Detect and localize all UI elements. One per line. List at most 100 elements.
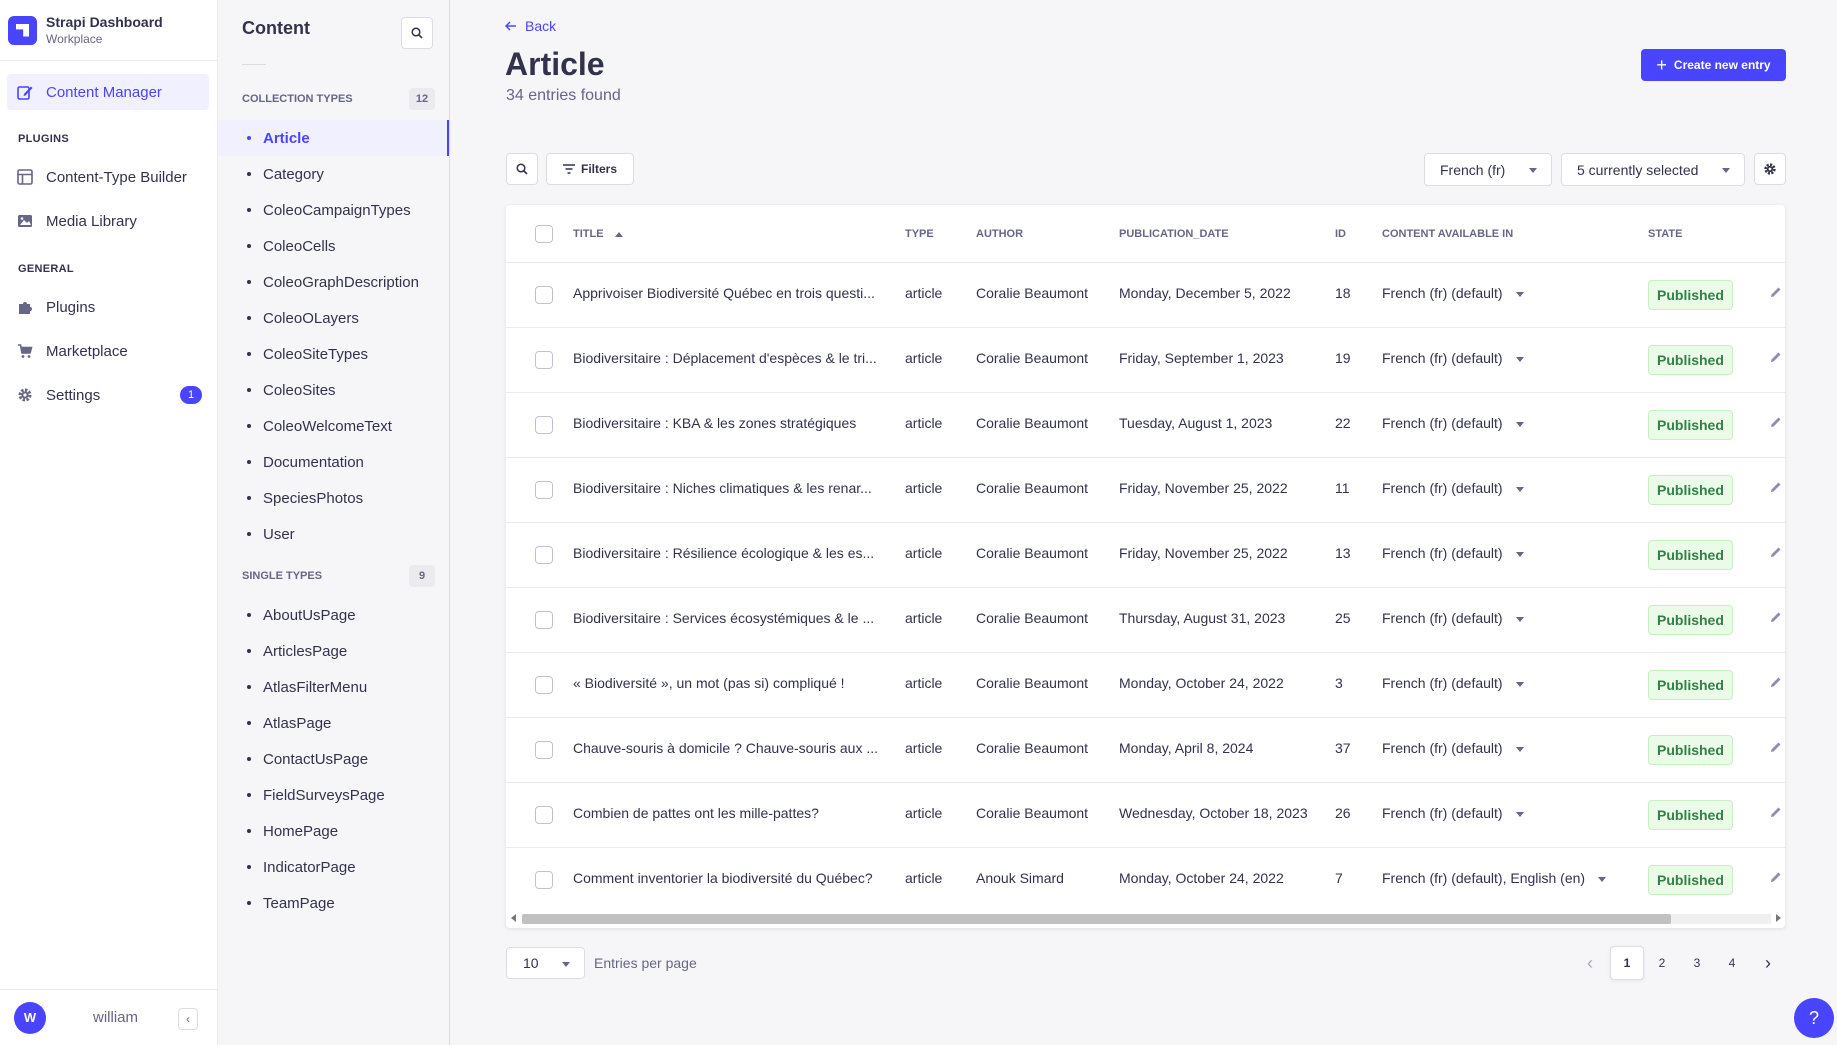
single-types-header[interactable]: SINGLE TYPES 9	[242, 565, 435, 587]
row-checkbox[interactable]	[535, 871, 553, 889]
pagination-next[interactable]: ›	[1751, 946, 1785, 980]
pagination-previous[interactable]: ‹	[1573, 946, 1607, 980]
edit-entry-button[interactable]	[1769, 740, 1783, 757]
sidebar-item-homepage[interactable]: HomePage	[242, 813, 450, 849]
row-checkbox[interactable]	[535, 481, 553, 499]
sidebar-item-coleosites[interactable]: ColeoSites	[242, 372, 450, 408]
help-button[interactable]: ?	[1794, 998, 1834, 1038]
row-checkbox[interactable]	[535, 741, 553, 759]
sidebar-item-coleocampaigntypes[interactable]: ColeoCampaignTypes	[242, 192, 450, 228]
nav-item-settings[interactable]: Settings 1	[17, 383, 202, 407]
scrollbar-thumb[interactable]	[522, 914, 1671, 924]
edit-entry-button[interactable]	[1769, 610, 1783, 627]
cell-author: Anouk Simard	[976, 870, 1064, 886]
sidebar-search-button[interactable]	[401, 17, 433, 49]
collapse-nav-button[interactable]: ‹	[178, 1008, 198, 1030]
locale-dropdown[interactable]: French (fr) (default)	[1382, 350, 1524, 366]
table-row[interactable]: Biodiversitaire : Déplacement d'espèces …	[506, 327, 1785, 392]
pagination-page-2[interactable]: 2	[1645, 946, 1679, 980]
column-header-type[interactable]: TYPE	[905, 228, 934, 240]
sidebar-item-indicatorpage[interactable]: IndicatorPage	[242, 849, 450, 885]
pagination-page-3[interactable]: 3	[1680, 946, 1714, 980]
table-row[interactable]: Apprivoiser Biodiversité Québec en trois…	[506, 262, 1785, 327]
sidebar-item-coleocells[interactable]: ColeoCells	[242, 228, 450, 264]
button-label: Create new entry	[1673, 58, 1771, 72]
select-all-checkbox[interactable]	[535, 225, 553, 243]
pagination-page-1[interactable]: 1	[1610, 946, 1644, 980]
locale-dropdown[interactable]: French (fr) (default)	[1382, 610, 1524, 626]
locale-dropdown[interactable]: French (fr) (default)	[1382, 545, 1524, 561]
locale-dropdown[interactable]: French (fr) (default)	[1382, 415, 1524, 431]
row-checkbox[interactable]	[535, 611, 553, 629]
nav-item-plugins[interactable]: Plugins	[17, 295, 202, 319]
search-button[interactable]	[506, 153, 538, 185]
edit-entry-button[interactable]	[1769, 545, 1783, 562]
sidebar-item-articlespage[interactable]: ArticlesPage	[242, 633, 450, 669]
row-checkbox[interactable]	[535, 351, 553, 369]
table-row[interactable]: Biodiversitaire : Services écosystémique…	[506, 587, 1785, 652]
sidebar-item-coleographdescription[interactable]: ColeoGraphDescription	[242, 264, 450, 300]
pagination-page-4[interactable]: 4	[1715, 946, 1749, 980]
sidebar-item-contactuspage[interactable]: ContactUsPage	[242, 741, 450, 777]
sidebar-item-teampage[interactable]: TeamPage	[242, 885, 450, 921]
sidebar-item-atlasfiltermenu[interactable]: AtlasFilterMenu	[242, 669, 450, 705]
collection-types-header[interactable]: COLLECTION TYPES 12	[242, 88, 435, 110]
row-checkbox[interactable]	[535, 676, 553, 694]
sidebar-item-category[interactable]: Category	[242, 156, 450, 192]
sidebar-item-user[interactable]: User	[242, 516, 450, 552]
nav-item-marketplace[interactable]: Marketplace	[17, 339, 202, 363]
filters-button[interactable]: Filters	[546, 153, 634, 185]
table-row[interactable]: Biodiversitaire : Résilience écologique …	[506, 522, 1785, 587]
cell-title: Biodiversitaire : Déplacement d'espèces …	[573, 350, 877, 366]
edit-entry-button[interactable]	[1769, 350, 1783, 367]
user-profile[interactable]: W william ‹	[0, 989, 218, 1045]
sidebar-item-atlaspage[interactable]: AtlasPage	[242, 705, 450, 741]
table-row[interactable]: Comment inventorier la biodiversité du Q…	[506, 847, 1785, 912]
columns-select[interactable]: 5 currently selected	[1561, 153, 1745, 186]
locale-dropdown[interactable]: French (fr) (default)	[1382, 740, 1524, 756]
horizontal-scrollbar[interactable]	[508, 911, 1784, 926]
row-checkbox[interactable]	[535, 546, 553, 564]
table-row[interactable]: Biodiversitaire : Niches climatiques & l…	[506, 457, 1785, 522]
locale-dropdown[interactable]: French (fr) (default)	[1382, 805, 1524, 821]
edit-entry-button[interactable]	[1769, 415, 1783, 432]
sidebar-item-coleowelcometext[interactable]: ColeoWelcomeText	[242, 408, 450, 444]
sidebar-item-documentation[interactable]: Documentation	[242, 444, 450, 480]
table-row[interactable]: Combien de pattes ont les mille-pattes? a…	[506, 782, 1785, 847]
locale-select[interactable]: French (fr)	[1424, 153, 1552, 186]
pencil-icon	[1771, 287, 1781, 297]
row-checkbox[interactable]	[535, 286, 553, 304]
edit-entry-button[interactable]	[1769, 675, 1783, 692]
row-checkbox[interactable]	[535, 416, 553, 434]
sidebar-item-fieldsurveyspage[interactable]: FieldSurveysPage	[242, 777, 450, 813]
list-settings-button[interactable]	[1754, 153, 1786, 185]
sidebar-item-coleoolayers[interactable]: ColeoOLayers	[242, 300, 450, 336]
column-header-publication-date[interactable]: PUBLICATION_DATE	[1119, 228, 1229, 240]
create-new-entry-button[interactable]: + Create new entry	[1641, 49, 1786, 81]
edit-entry-button[interactable]	[1769, 805, 1783, 822]
column-header-id[interactable]: ID	[1335, 228, 1346, 240]
nav-item-content-type-builder[interactable]: Content-Type Builder	[17, 165, 202, 189]
column-header-author[interactable]: AUTHOR	[976, 228, 1023, 240]
sidebar-item-speciesphotos[interactable]: SpeciesPhotos	[242, 480, 450, 516]
entries-per-page-select[interactable]: 10	[506, 947, 585, 979]
table-row[interactable]: « Biodiversité », un mot (pas si) compli…	[506, 652, 1785, 717]
sidebar-item-coleositetypes[interactable]: ColeoSiteTypes	[242, 336, 450, 372]
nav-item-media-library[interactable]: Media Library	[17, 209, 202, 233]
row-checkbox[interactable]	[535, 806, 553, 824]
locale-dropdown[interactable]: French (fr) (default)	[1382, 480, 1524, 496]
locale-dropdown[interactable]: French (fr) (default)	[1382, 675, 1524, 691]
sidebar-item-aboutuspage[interactable]: AboutUsPage	[242, 597, 450, 633]
brand-header[interactable]: Strapi Dashboard Workplace	[0, 0, 217, 61]
edit-entry-button[interactable]	[1769, 285, 1783, 302]
locale-dropdown[interactable]: French (fr) (default)	[1382, 285, 1524, 301]
edit-entry-button[interactable]	[1769, 870, 1783, 887]
column-header-title[interactable]: TITLE	[573, 228, 623, 240]
back-link[interactable]: Back	[505, 18, 556, 34]
locale-dropdown[interactable]: French (fr) (default), English (en)	[1382, 870, 1607, 886]
edit-entry-button[interactable]	[1769, 480, 1783, 497]
nav-item-content-manager[interactable]: Content Manager	[7, 74, 209, 110]
table-row[interactable]: Chauve-souris à domicile ? Chauve-souris…	[506, 717, 1785, 782]
table-row[interactable]: Biodiversitaire : KBA & les zones straté…	[506, 392, 1785, 457]
sidebar-item-article[interactable]: Article	[218, 120, 449, 156]
